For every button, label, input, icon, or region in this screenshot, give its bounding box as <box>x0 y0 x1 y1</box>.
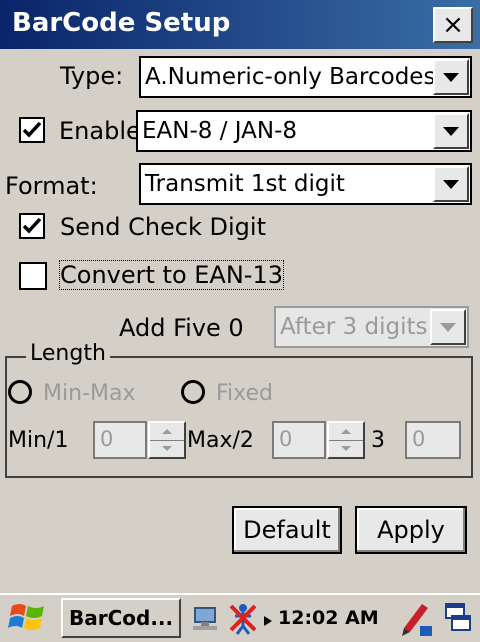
third-length-label: 3 <box>371 428 385 453</box>
length-group-title: Length <box>26 341 110 366</box>
chevron-down-icon <box>443 72 459 82</box>
max-label: Max/2 <box>187 428 254 453</box>
checkmark-icon <box>22 121 42 138</box>
windows-flag-icon <box>8 604 44 630</box>
symbology-dropdown-arrow[interactable] <box>433 113 469 149</box>
close-button[interactable]: × <box>433 7 473 43</box>
add-five-zero-value: After 3 digits <box>280 314 428 340</box>
min-max-radio-label: Min-Max <box>43 381 136 406</box>
spinner-up-icon[interactable] <box>150 423 184 441</box>
spinner-down-icon[interactable] <box>329 440 363 457</box>
clock[interactable]: 12:02 AM <box>278 607 379 629</box>
min-max-radio[interactable] <box>8 380 32 404</box>
third-length-input[interactable]: 0 <box>405 421 461 459</box>
apply-button[interactable]: Apply <box>355 506 467 554</box>
type-dropdown[interactable]: A.Numeric-only Barcodes <box>139 56 472 98</box>
start-button[interactable] <box>6 600 50 636</box>
type-dropdown-arrow[interactable] <box>433 59 469 95</box>
add-five-zero-dropdown[interactable]: After 3 digits <box>274 306 469 348</box>
checkmark-icon <box>22 217 42 234</box>
chevron-down-icon <box>440 322 456 332</box>
max-length-input[interactable]: 0 <box>272 421 326 459</box>
input-method-icon[interactable] <box>398 598 434 638</box>
format-dropdown-value: Transmit 1st digit <box>145 171 345 197</box>
length-groupbox <box>5 356 473 478</box>
taskbar-app-button[interactable]: BarCod... <box>61 598 181 638</box>
convert-ean13-label: Convert to EAN-13 <box>59 260 284 290</box>
arrow-right-icon <box>263 612 273 626</box>
max-length-value: 0 <box>279 427 293 451</box>
type-dropdown-value: A.Numeric-only Barcodes <box>145 64 436 90</box>
close-icon: × <box>442 10 464 40</box>
network-icon[interactable] <box>191 600 231 636</box>
format-dropdown[interactable]: Transmit 1st digit <box>139 163 472 205</box>
min-length-input[interactable]: 0 <box>93 421 147 459</box>
min-length-spinner[interactable] <box>148 421 186 459</box>
desktop-windows-icon[interactable] <box>442 600 474 636</box>
chevron-down-icon <box>443 179 459 189</box>
connection-status-icon[interactable] <box>227 600 263 636</box>
send-check-digit-label: Send Check Digit <box>60 213 266 241</box>
fixed-radio-label: Fixed <box>216 381 274 406</box>
max-length-spinner[interactable] <box>327 421 365 459</box>
convert-ean13-checkbox[interactable] <box>19 262 47 290</box>
send-check-digit-checkbox[interactable] <box>19 213 45 239</box>
format-label: Format: <box>5 172 98 200</box>
symbology-dropdown[interactable]: EAN-8 / JAN-8 <box>136 110 472 152</box>
spinner-down-icon[interactable] <box>150 440 184 457</box>
type-label: Type: <box>60 62 124 90</box>
third-length-value: 0 <box>412 427 426 451</box>
fixed-radio[interactable] <box>181 380 205 404</box>
spinner-up-icon[interactable] <box>329 423 363 441</box>
default-button[interactable]: Default <box>232 506 342 554</box>
symbology-dropdown-value: EAN-8 / JAN-8 <box>142 118 298 144</box>
window-title: BarCode Setup <box>12 8 231 38</box>
enable-checkbox[interactable] <box>19 117 45 143</box>
add-five-zero-arrow[interactable] <box>430 309 466 345</box>
add-five-zero-label: Add Five 0 <box>119 314 244 342</box>
min-label: Min/1 <box>8 428 69 453</box>
format-dropdown-arrow[interactable] <box>433 166 469 202</box>
chevron-down-icon <box>443 126 459 136</box>
taskbar-app-label: BarCod... <box>69 606 174 630</box>
enable-label: Enable <box>59 117 141 145</box>
min-length-value: 0 <box>100 427 114 451</box>
